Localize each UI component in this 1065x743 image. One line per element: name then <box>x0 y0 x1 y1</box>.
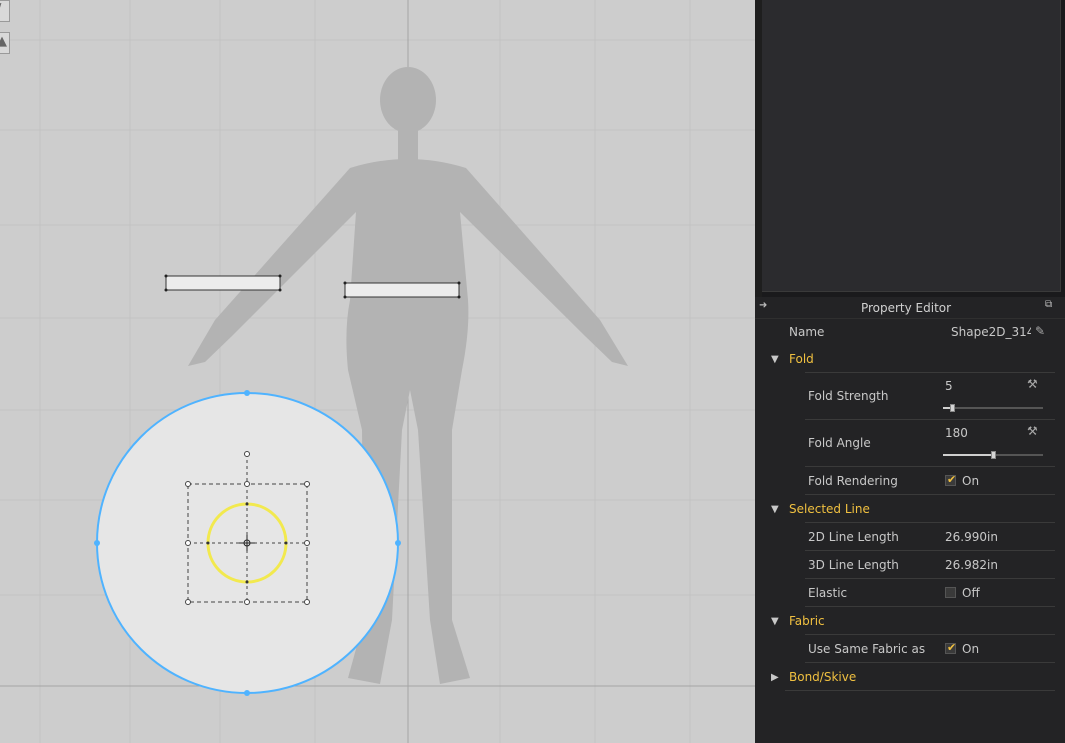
collapse-arrow-icon: ▼ <box>771 504 779 515</box>
edit-tool-button[interactable]: / <box>0 0 10 22</box>
line-3d-value: 26.982in <box>945 558 998 572</box>
elastic-checkbox[interactable] <box>945 587 956 598</box>
expand-arrow-icon: ▶ <box>771 672 779 683</box>
viewport-canvas[interactable] <box>0 0 755 743</box>
property-editor-title: Property Editor <box>860 301 952 315</box>
collapse-arrow-icon: ▼ <box>771 616 779 627</box>
fold-rendering-checkbox[interactable]: ✔ <box>945 473 957 486</box>
collapse-arrow-icon: ▼ <box>771 354 779 365</box>
fold-rendering-value: On <box>962 474 980 488</box>
section-fold[interactable]: ▼ Fold <box>755 346 1055 374</box>
fold-rendering-label: Fold Rendering <box>808 474 898 488</box>
divider <box>805 606 1055 607</box>
checkmark-icon: ✔ <box>947 473 957 486</box>
name-label: Name <box>789 325 825 339</box>
line-2d-label: 2D Line Length <box>808 530 899 544</box>
line-2d-row: 2D Line Length 26.990in <box>755 523 1055 551</box>
elastic-value: Off <box>962 586 980 600</box>
section-selected-line-title: Selected Line <box>789 502 870 516</box>
line-2d-value[interactable]: 26.990in <box>945 530 998 544</box>
arrow-icon: ▲ <box>0 34 7 49</box>
fold-angle-slider[interactable] <box>943 451 1043 459</box>
select-tool-button[interactable]: ▲ <box>0 32 10 54</box>
fold-angle-label: Fold Angle <box>808 436 871 450</box>
pattern-piece-rect-right[interactable] <box>344 282 460 298</box>
fold-rendering-row: Fold Rendering ✔ On <box>755 467 1055 495</box>
section-bond-skive-title: Bond/Skive <box>789 670 857 684</box>
property-editor-header: ➜ Property Editor ⧉ <box>755 297 1065 319</box>
name-row: Name Shape2D_314( ✎ <box>755 318 1055 346</box>
pattern-2d-viewport[interactable]: / ▲ <box>0 0 755 743</box>
divider <box>805 494 1055 495</box>
divider <box>805 372 1055 373</box>
same-fabric-label: Use Same Fabric as Pa <box>808 642 930 656</box>
section-bond-skive[interactable]: ▶ Bond/Skive <box>755 664 1055 692</box>
line-3d-label: 3D Line Length <box>808 558 899 572</box>
wrench-icon[interactable]: ⚒ <box>1027 377 1038 391</box>
section-fabric-title: Fabric <box>789 614 825 628</box>
fold-angle-slider-thumb[interactable] <box>991 451 996 459</box>
same-fabric-row: Use Same Fabric as Pa ✔ On <box>755 635 1055 663</box>
property-editor: ➜ Property Editor ⧉ Name Shape2D_314( ✎ … <box>755 297 1065 743</box>
popout-icon[interactable]: ⧉ <box>1045 299 1052 310</box>
fold-angle-slider-fill <box>943 454 993 456</box>
section-selected-line[interactable]: ▼ Selected Line <box>755 496 1055 524</box>
section-fold-title: Fold <box>789 352 814 366</box>
pattern-piece-rect-left[interactable] <box>165 275 281 291</box>
name-value[interactable]: Shape2D_314( <box>951 325 1031 339</box>
pen-icon: / <box>0 2 1 17</box>
fold-strength-slider[interactable] <box>943 404 1043 412</box>
same-fabric-checkbox[interactable]: ✔ <box>945 641 957 654</box>
object-browser-area <box>762 0 1061 292</box>
fold-strength-value[interactable]: 5 <box>945 379 953 393</box>
fold-angle-row: Fold Angle 180 ⚒ <box>755 422 1055 468</box>
pencil-icon[interactable]: ✎ <box>1035 324 1045 338</box>
divider <box>785 690 1055 691</box>
divider <box>805 419 1055 420</box>
same-fabric-value: On <box>962 642 980 656</box>
wrench-icon[interactable]: ⚒ <box>1027 424 1038 438</box>
right-panel: ➜ Property Editor ⧉ Name Shape2D_314( ✎ … <box>755 0 1065 743</box>
line-3d-row: 3D Line Length 26.982in <box>755 551 1055 579</box>
elastic-row: Elastic Off <box>755 579 1055 607</box>
fold-angle-value[interactable]: 180 <box>945 426 968 440</box>
fold-strength-row: Fold Strength 5 ⚒ <box>755 375 1055 421</box>
fold-strength-slider-thumb[interactable] <box>950 404 955 412</box>
fold-strength-label: Fold Strength <box>808 389 889 403</box>
divider <box>805 662 1055 663</box>
section-fabric[interactable]: ▼ Fabric <box>755 608 1055 636</box>
checkmark-icon: ✔ <box>947 641 957 654</box>
elastic-label: Elastic <box>808 586 848 600</box>
